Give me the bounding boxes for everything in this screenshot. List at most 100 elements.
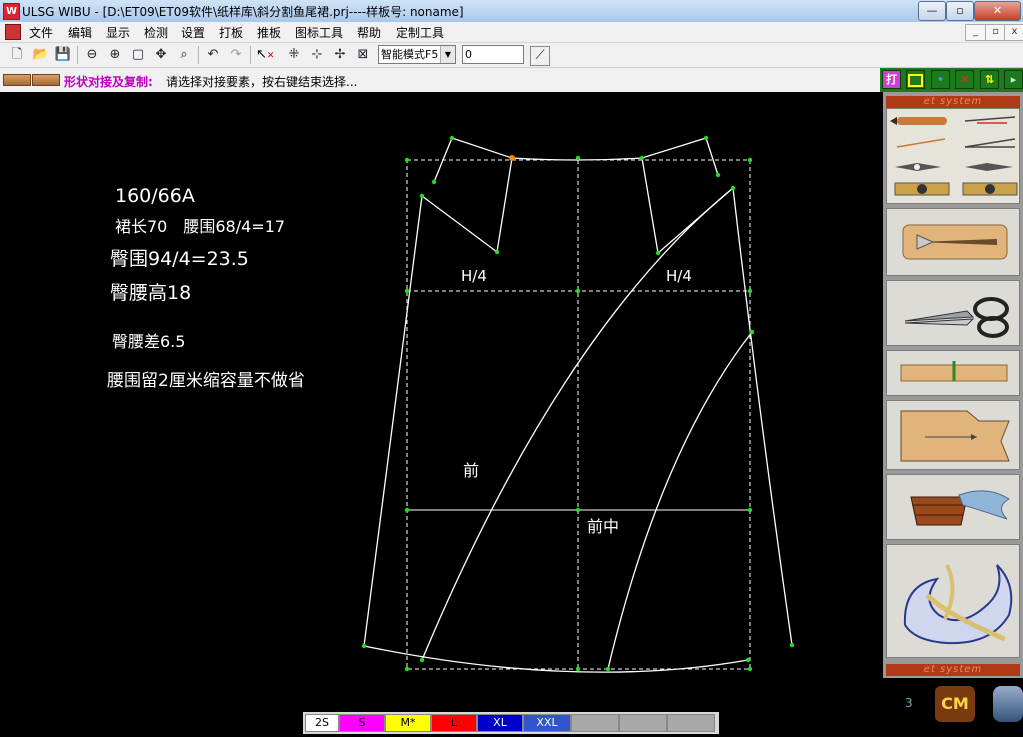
menu-icon-tools[interactable]: 图标工具 [295,24,343,41]
selected-point [509,155,515,161]
panel-footer: et system [886,664,1020,676]
pattern-point [404,507,410,513]
size-cell[interactable]: S [339,714,385,732]
rectangle-tool-button[interactable] [906,70,925,89]
select-delete-icon[interactable]: ↖✕ [256,46,274,64]
pattern-point [419,657,425,663]
menu-view[interactable]: 显示 [106,24,130,41]
zoom-out-icon[interactable]: ⊖ [83,46,101,64]
maximize-button[interactable]: ▫ [946,1,974,21]
menu-grade[interactable]: 推板 [257,24,281,41]
scissors-tool-card[interactable] [886,280,1020,346]
pattern-point [655,250,661,256]
waist-note-label: 腰围留2厘米缩容量不做省 [107,371,305,391]
hip-height-label: 臀腰高18 [110,282,192,304]
point-move-icon[interactable]: ⊹ [308,46,326,64]
redo-icon[interactable]: ↷ [227,46,245,64]
right-waist-edge [705,137,719,176]
value-input[interactable]: 0 [462,45,524,64]
left-side-seam [363,195,423,647]
size-cell[interactable] [619,714,667,732]
mdi-minimize-button[interactable]: _ [965,24,986,41]
toolbar: 🗋 📂 💾 ⊖ ⊕ ▢ ✥ ⌕ ↶ ↷ ↖✕ ⁜ ⊹ ✢ ⊠ 智能模式F5 ▼ … [0,43,1023,68]
menu-help[interactable]: 帮助 [357,24,381,41]
curve-ruler-card[interactable] [886,544,1020,658]
pattern-point [404,666,410,672]
new-icon[interactable]: 🗋 [8,46,26,64]
status-mode-title: 形状对接及复制: [64,75,153,89]
size-cell[interactable]: XL [477,714,523,732]
needle-icon [964,116,1016,122]
cross-tool-button[interactable]: ✕ [955,70,974,89]
document-icon[interactable] [5,24,21,40]
hip-waist-diff-label: 臀腰差6.5 [112,332,186,351]
pattern-point [789,642,795,648]
app-icon[interactable]: W [3,3,20,20]
title-bar: W ULSG WIBU - [D:\ET09\ET09软件\纸样库\斜分割鱼尾裙… [0,0,1023,23]
center-front-label: 前中 [587,517,620,536]
size-cell[interactable]: 2S [305,714,339,732]
ruler-icon [3,74,31,86]
fabric-tool-card[interactable] [886,474,1020,540]
chevron-down-icon[interactable]: ▼ [440,46,455,63]
cm-unit-badge[interactable]: CM [935,686,975,722]
pattern-point [715,172,721,178]
toolbar-separator [250,46,251,64]
minimize-button[interactable]: — [918,1,946,21]
point-snap-icon[interactable]: ⁜ [285,46,303,64]
pattern-point [749,329,755,335]
notch-tool-card[interactable] [886,350,1020,396]
more-tools-button[interactable]: ▸ [1004,70,1023,89]
menu-file[interactable]: 文件 [29,24,53,41]
open-icon[interactable]: 📂 [32,46,50,64]
size-cell[interactable]: L [431,714,477,732]
menu-draft[interactable]: 打板 [219,24,243,41]
fit-page-icon[interactable]: ▢ [129,46,147,64]
size-cell[interactable] [571,714,619,732]
extra-tool-icon[interactable] [993,686,1023,722]
scissors-icon [904,297,1009,338]
left-dart [421,157,513,254]
mode-select[interactable]: 智能模式F5 ▼ [378,45,456,64]
draft-mode-button[interactable]: 打 [882,70,901,89]
skirt-length-label: 裙长70 腰围68/4=17 [115,217,286,236]
zoom-window-icon[interactable]: ⌕ [175,46,193,64]
right-dart [641,157,734,255]
size-cell[interactable]: M* [385,714,431,732]
right-side-seam [732,187,793,646]
zoom-in-icon[interactable]: ⊕ [106,46,124,64]
swap-tool-button[interactable]: ⇅ [980,70,999,89]
pan-icon[interactable]: ✥ [152,46,170,64]
measure-icon[interactable]: ⟋ [530,46,550,66]
pattern-piece-card[interactable] [886,400,1020,470]
pattern-point [575,507,581,513]
pattern-point [605,666,611,672]
awl-tool-card[interactable] [886,208,1020,276]
undo-icon[interactable]: ↶ [204,46,222,64]
mode-select-value: 智能模式F5 [381,48,439,61]
status-bar: 形状对接及复制: 请选择对接要素，按右键结束选择... [0,68,880,93]
mdi-close-button[interactable]: x [1004,24,1023,41]
point-delete-icon[interactable]: ⊠ [354,46,372,64]
line-tool-icon [896,138,946,148]
pattern-point [730,185,736,191]
toolbar-separator [198,46,199,64]
menu-custom-tools[interactable]: 定制工具 [396,24,444,41]
menu-check[interactable]: 检测 [144,24,168,41]
menu-settings[interactable]: 设置 [181,24,205,41]
dot-tool-button[interactable]: • [931,70,950,89]
menu-edit[interactable]: 编辑 [68,24,92,41]
drawing-canvas[interactable]: 160/66A 裙长70 腰围68/4=17 臀围94/4=23.5 臀腰高18… [0,92,880,712]
pattern-point [747,507,753,513]
mdi-restore-button[interactable]: ▫ [985,24,1006,41]
close-button[interactable]: ✕ [974,1,1021,21]
save-icon[interactable]: 💾 [54,46,72,64]
small-tools-card [886,108,1020,204]
hip-label: 臀围94/4=23.5 [110,248,249,270]
size-cell[interactable]: XXL [523,714,571,732]
panel-bottom: 3 CM [883,678,1023,737]
point-add-icon[interactable]: ✢ [331,46,349,64]
size-cell[interactable] [667,714,715,732]
notch-icon [900,361,1008,382]
pattern-point [575,288,581,294]
